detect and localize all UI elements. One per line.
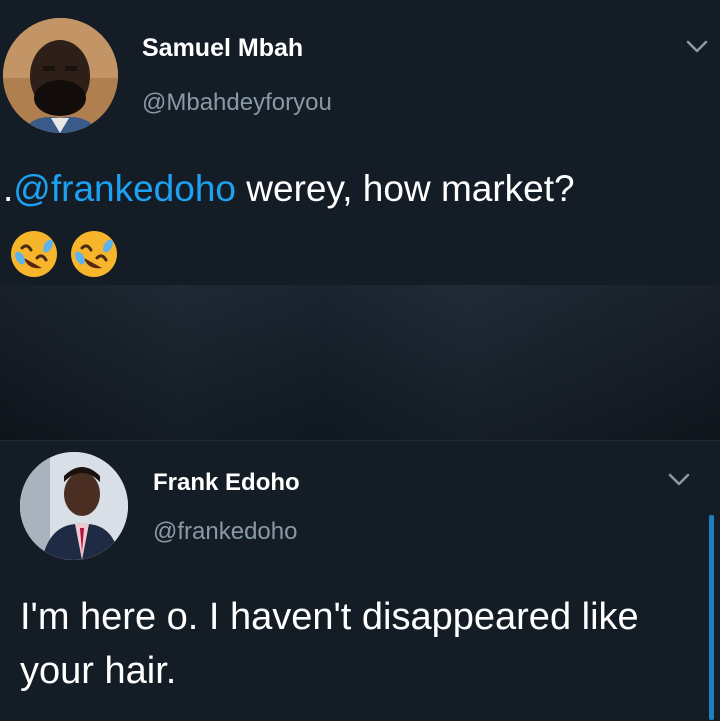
scrollbar[interactable] [709, 515, 714, 720]
chevron-down-icon[interactable] [668, 473, 690, 487]
author-name[interactable]: Frank Edoho [153, 469, 300, 497]
chevron-down-icon[interactable] [686, 40, 708, 54]
mention-link[interactable]: @frankedoho [13, 168, 236, 209]
tweet-text: I'm here o. I haven't disappeared like y… [20, 596, 639, 692]
blurred-media-area [0, 285, 720, 440]
emoji-row [8, 228, 120, 280]
tweet-text: .@frankedoho werey, how market? [3, 168, 575, 210]
author-handle[interactable]: @Mbahdeyforyou [142, 89, 332, 117]
avatar-frank-edoho[interactable] [20, 452, 128, 560]
tweet-text-rest: werey, how market? [236, 168, 575, 209]
media-shade [0, 285, 720, 440]
rolling-on-floor-laughing-emoji [11, 231, 57, 277]
rolling-on-floor-laughing-emoji [71, 231, 117, 277]
avatar-samuel-mbah[interactable] [3, 18, 118, 133]
author-name[interactable]: Samuel Mbah [142, 34, 303, 63]
tweet-samuel-mbah[interactable]: Samuel Mbah @Mbahdeyforyou .@frankedoho … [0, 0, 720, 285]
tweet-text-prefix: . [3, 168, 14, 209]
author-handle[interactable]: @frankedoho [153, 518, 297, 546]
